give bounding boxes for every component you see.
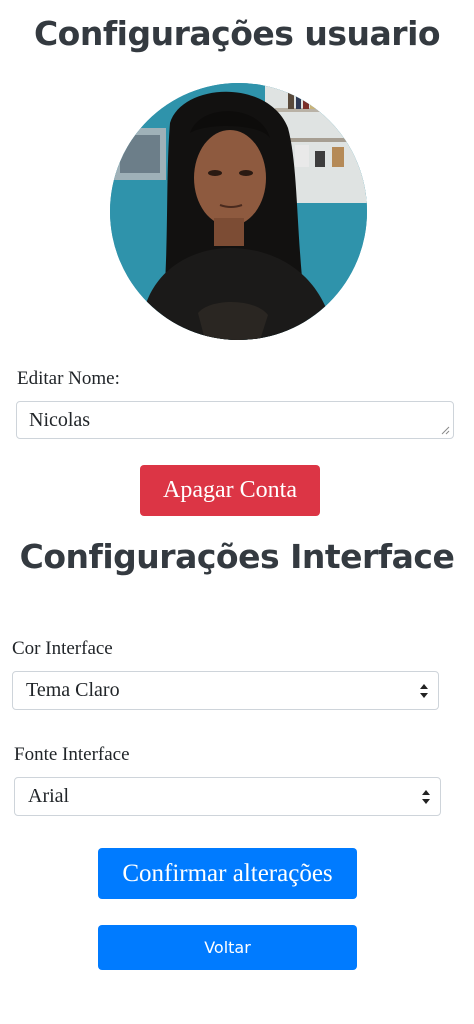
interface-color-select[interactable]: Tema Claro bbox=[12, 671, 439, 710]
chevron-up-down-icon bbox=[420, 684, 428, 698]
interface-settings-title: Configurações Interface bbox=[19, 537, 455, 576]
interface-font-label: Fonte Interface bbox=[14, 744, 130, 765]
back-button[interactable]: Voltar bbox=[98, 925, 357, 970]
chevron-up-down-icon bbox=[422, 790, 430, 804]
name-input-value: Nicolas bbox=[29, 409, 91, 431]
delete-account-button[interactable]: Apagar Conta bbox=[140, 465, 320, 516]
name-input[interactable]: Nicolas bbox=[16, 401, 454, 439]
avatar-photo bbox=[110, 83, 367, 340]
interface-font-select[interactable]: Arial bbox=[14, 777, 441, 816]
interface-color-label: Cor Interface bbox=[12, 638, 113, 659]
profile-avatar bbox=[110, 83, 367, 340]
interface-font-selected: Arial bbox=[28, 785, 70, 807]
user-settings-title: Configurações usuario bbox=[33, 14, 441, 53]
edit-name-label: Editar Nome: bbox=[17, 368, 120, 389]
resize-grip-icon[interactable] bbox=[441, 426, 450, 435]
interface-color-selected: Tema Claro bbox=[26, 679, 120, 701]
confirm-changes-button[interactable]: Confirmar alterações bbox=[98, 848, 357, 899]
